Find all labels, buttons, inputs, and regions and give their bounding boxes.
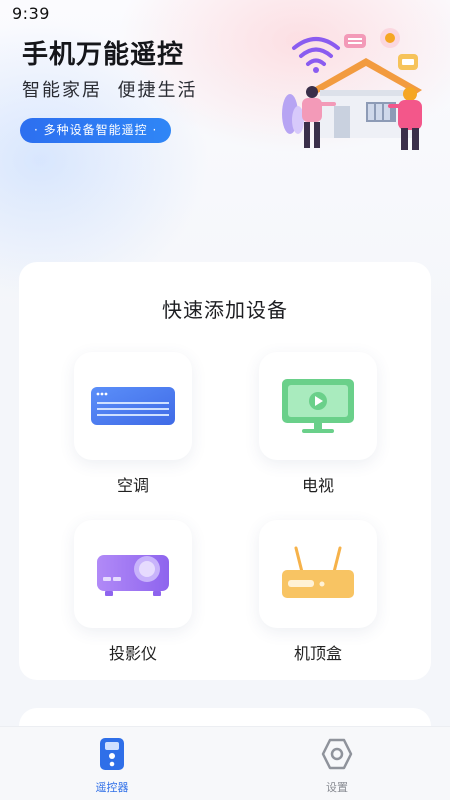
- device-tile[interactable]: [259, 520, 377, 628]
- wifi-icon: [292, 37, 340, 66]
- quick-add-title: 快速添加设备: [162, 298, 288, 322]
- device-tile[interactable]: [74, 520, 192, 628]
- tab-settings[interactable]: 设置: [297, 737, 377, 795]
- app-subtitle: 智能家居 便捷生活: [22, 80, 198, 101]
- device-projector[interactable]: 投影仪: [74, 520, 192, 664]
- device-tile[interactable]: [259, 352, 377, 460]
- smart-home-illustration: [282, 28, 422, 150]
- device-label: 电视: [301, 476, 334, 495]
- feature-pill: · 多种设备智能遥控 ·: [20, 118, 172, 143]
- tab-remote[interactable]: 遥控器: [72, 737, 152, 795]
- hexagon-settings-icon: [321, 738, 353, 770]
- tab-label: 设置: [326, 781, 348, 794]
- app-title: 手机万能遥控: [22, 40, 185, 70]
- device-air-conditioner[interactable]: 空调: [74, 352, 192, 496]
- device-set-top-box[interactable]: 机顶盒: [259, 520, 377, 664]
- tv-icon: [282, 379, 354, 433]
- device-label: 空调: [116, 476, 149, 495]
- device-tv[interactable]: 电视: [259, 352, 377, 496]
- device-tile[interactable]: [74, 352, 192, 460]
- device-label: 机顶盒: [293, 644, 342, 663]
- set-top-box-icon: [282, 546, 354, 598]
- bottom-tab-bar: 遥控器 设置: [0, 726, 450, 800]
- air-conditioner-icon: [91, 387, 175, 425]
- remote-icon: [100, 738, 124, 770]
- tab-label: 遥控器: [95, 781, 129, 794]
- status-time: 9:39: [12, 4, 50, 23]
- quick-add-card: 快速添加设备 空调 电视 投影仪 机顶盒: [19, 262, 431, 680]
- projector-icon: [97, 555, 169, 596]
- device-label: 投影仪: [108, 644, 157, 663]
